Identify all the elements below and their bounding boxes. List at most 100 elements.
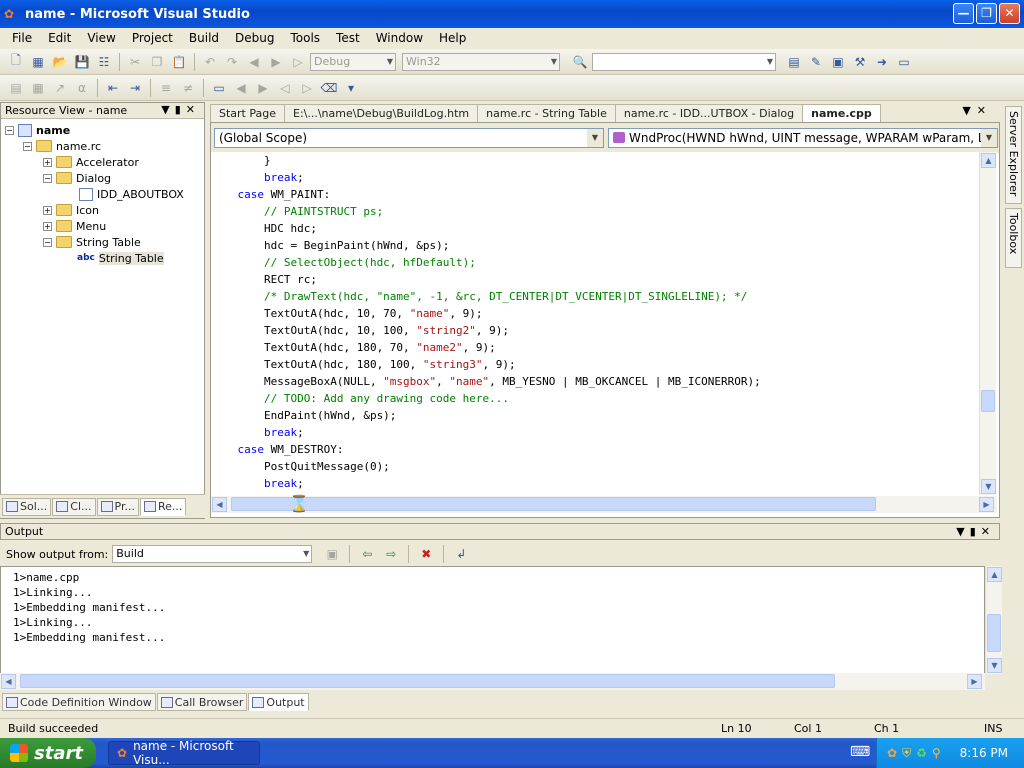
- collapse-icon[interactable]: −: [23, 141, 32, 151]
- tab-call-browser[interactable]: Call Browser: [156, 693, 248, 711]
- output-horizontal-scrollbar[interactable]: ◀ ▶: [0, 673, 985, 690]
- redo-icon[interactable]: ↷: [222, 53, 242, 71]
- expand-icon[interactable]: +: [43, 221, 52, 231]
- close-button[interactable]: ✕: [999, 3, 1020, 24]
- add-item-icon[interactable]: ▦: [28, 53, 48, 71]
- scroll-down-icon[interactable]: ▼: [981, 479, 996, 494]
- comment-lines-icon[interactable]: ≡: [156, 79, 176, 97]
- network-icon[interactable]: ✿: [887, 746, 897, 760]
- tab-dialog[interactable]: name.rc - IDD...UTBOX - Dialog: [614, 104, 804, 122]
- scope-select[interactable]: (Global Scope) ▼: [214, 128, 604, 148]
- properties-icon[interactable]: ✎: [806, 53, 826, 71]
- configuration-select[interactable]: Debug ▼: [310, 52, 396, 71]
- security-shield-icon[interactable]: ⛨: [902, 746, 911, 761]
- tab-output[interactable]: Output: [248, 693, 309, 711]
- tab-code-definition[interactable]: Code Definition Window: [2, 693, 156, 711]
- uncomment-lines-icon[interactable]: ≠: [178, 79, 198, 97]
- pane-controls[interactable]: ▼▮✕: [956, 525, 995, 538]
- menu-help[interactable]: Help: [431, 31, 474, 45]
- menu-window[interactable]: Window: [368, 31, 431, 45]
- object-browser-icon[interactable]: ▣: [828, 53, 848, 71]
- command-window-icon[interactable]: ▭: [894, 53, 914, 71]
- output-text[interactable]: 1>name.cpp 1>Linking... 1>Embedding manife…: [0, 566, 985, 674]
- tree-node-icon[interactable]: + Icon: [1, 202, 204, 218]
- function-select[interactable]: WndProc(HWND hWnd, UINT message, WPARAM …: [608, 128, 998, 148]
- complete-word-icon[interactable]: α: [72, 79, 92, 97]
- prev-bookmark-folder-icon[interactable]: ◁: [275, 79, 295, 97]
- scroll-right-icon[interactable]: ▶: [979, 497, 994, 512]
- menu-edit[interactable]: Edit: [40, 31, 79, 45]
- tree-node-menu[interactable]: + Menu: [1, 218, 204, 234]
- editor-vertical-scrollbar[interactable]: ▲ ▼: [979, 152, 996, 495]
- keyboard-icon[interactable]: ⌨: [850, 744, 870, 760]
- clear-all-icon[interactable]: ✖: [416, 545, 436, 563]
- collapse-icon[interactable]: −: [43, 237, 52, 247]
- save-all-icon[interactable]: ☷: [94, 53, 114, 71]
- antivirus-icon[interactable]: ♻: [916, 746, 927, 760]
- tab-solution-explorer[interactable]: Sol...: [2, 497, 52, 516]
- tree-node-rc[interactable]: − name.rc: [1, 138, 204, 154]
- menu-file[interactable]: File: [4, 31, 40, 45]
- tree-node-project[interactable]: − name: [1, 122, 204, 138]
- tab-property-manager[interactable]: Pr...: [96, 497, 139, 516]
- doc-tab-controls[interactable]: ▼✕: [962, 104, 992, 117]
- increase-indent-icon[interactable]: ⇥: [125, 79, 145, 97]
- menu-tools[interactable]: Tools: [282, 31, 328, 45]
- new-project-icon[interactable]: 🗋: [6, 53, 26, 71]
- expand-icon[interactable]: +: [43, 205, 52, 215]
- word-wrap-icon[interactable]: ↲: [451, 545, 471, 563]
- toggle-bookmark-icon[interactable]: ▭: [209, 79, 229, 97]
- expand-icon[interactable]: +: [43, 157, 52, 167]
- undo-icon[interactable]: ↶: [200, 53, 220, 71]
- find-in-files-icon[interactable]: 🔍: [570, 53, 590, 71]
- scroll-left-icon[interactable]: ◀: [1, 674, 16, 689]
- tab-resource-view[interactable]: Re...: [139, 497, 187, 516]
- start-page-icon[interactable]: ➜: [872, 53, 892, 71]
- menu-view[interactable]: View: [79, 31, 123, 45]
- code-text[interactable]: } break; case WM_PAINT: // PAINTSTRUCT p…: [211, 152, 979, 494]
- save-icon[interactable]: 💾: [72, 53, 92, 71]
- find-message-icon[interactable]: ▣: [322, 545, 342, 563]
- decrease-indent-icon[interactable]: ⇤: [103, 79, 123, 97]
- navigate-back-icon[interactable]: ◀: [244, 53, 264, 71]
- tree-node-aboutbox[interactable]: IDD_ABOUTBOX: [1, 186, 204, 202]
- scroll-left-icon[interactable]: ◀: [212, 497, 227, 512]
- collapse-icon[interactable]: −: [5, 125, 14, 135]
- start-debug-icon[interactable]: ▷: [288, 53, 308, 71]
- collapse-icon[interactable]: −: [43, 173, 52, 183]
- tab-name-cpp[interactable]: name.cpp: [802, 104, 881, 122]
- platform-select[interactable]: Win32 ▼: [402, 52, 560, 71]
- tree-node-string-table-folder[interactable]: − String Table: [1, 234, 204, 250]
- toolbox-icon[interactable]: ⚒: [850, 53, 870, 71]
- tree-node-dialog[interactable]: − Dialog: [1, 170, 204, 186]
- start-button[interactable]: start: [0, 738, 96, 768]
- next-bookmark-folder-icon[interactable]: ▷: [297, 79, 317, 97]
- tab-toolbox[interactable]: Toolbox: [1005, 208, 1022, 268]
- cut-icon[interactable]: ✂: [125, 53, 145, 71]
- menu-debug[interactable]: Debug: [227, 31, 282, 45]
- editor-horizontal-scrollbar[interactable]: ◀ ▶: [211, 496, 997, 513]
- minimize-button[interactable]: —: [953, 3, 974, 24]
- next-bookmark-icon[interactable]: ▶: [253, 79, 273, 97]
- pane-controls[interactable]: ▼▮✕: [161, 103, 200, 116]
- scroll-thumb[interactable]: [981, 390, 995, 412]
- scroll-thumb[interactable]: [987, 614, 1001, 652]
- search-icon[interactable]: ⚲: [932, 746, 941, 760]
- tab-start-page[interactable]: Start Page: [210, 104, 285, 122]
- tab-string-table[interactable]: name.rc - String Table: [477, 104, 616, 122]
- tree-node-string-table[interactable]: abc String Table: [1, 250, 204, 266]
- taskbar-app-button[interactable]: ✿ name - Microsoft Visu...: [108, 739, 260, 767]
- previous-message-icon[interactable]: ⇦: [357, 545, 377, 563]
- solution-explorer-icon[interactable]: ▤: [784, 53, 804, 71]
- tree-node-accelerator[interactable]: + Accelerator: [1, 154, 204, 170]
- maximize-button[interactable]: ❐: [976, 3, 997, 24]
- scroll-up-icon[interactable]: ▲: [987, 567, 1002, 582]
- display-members-icon[interactable]: ▤: [6, 79, 26, 97]
- copy-icon[interactable]: ❐: [147, 53, 167, 71]
- tab-server-explorer[interactable]: Server Explorer: [1005, 106, 1022, 204]
- output-source-select[interactable]: Build ▼: [112, 545, 313, 563]
- clear-bookmarks-icon[interactable]: ⌫: [319, 79, 339, 97]
- title-bar[interactable]: ✿ name - Microsoft Visual Studio: [0, 0, 1024, 28]
- menu-project[interactable]: Project: [124, 31, 181, 45]
- next-message-icon[interactable]: ⇨: [381, 545, 401, 563]
